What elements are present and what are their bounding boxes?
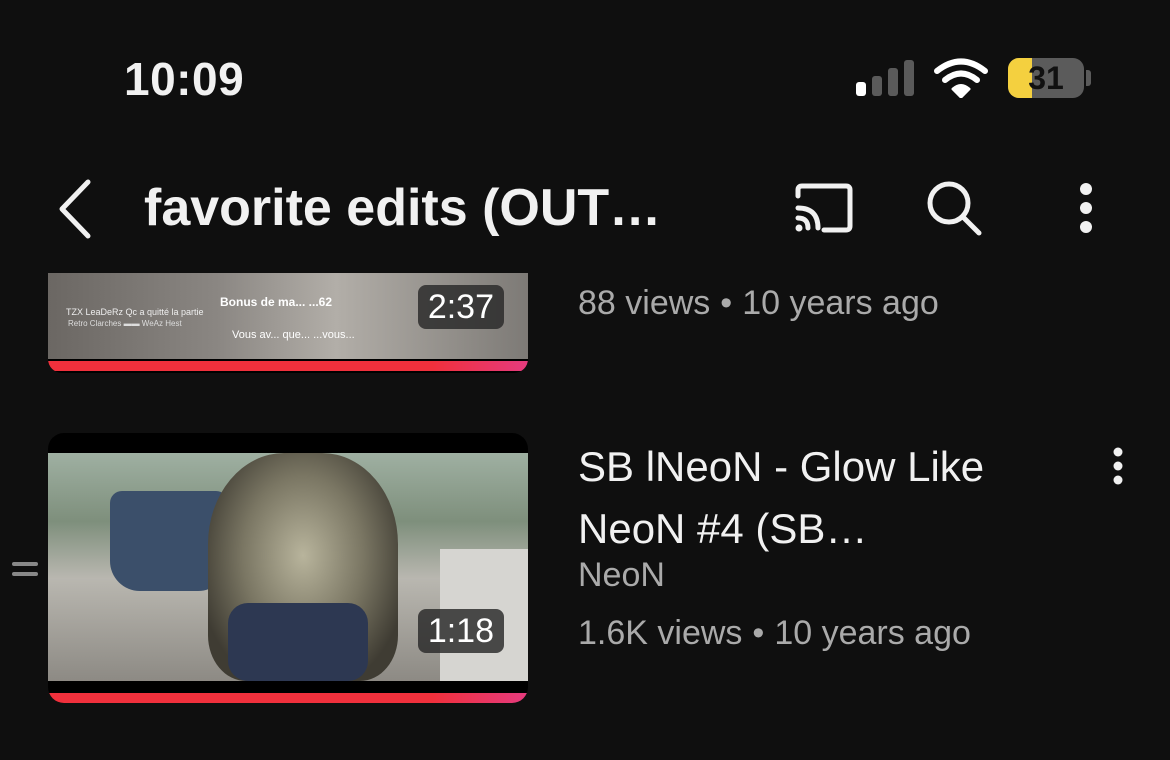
more-options-button[interactable] — [1046, 170, 1126, 246]
separator-dot: • — [720, 284, 733, 322]
page-title: favorite edits (OUT… — [144, 179, 662, 237]
thumbnail-overlay-text: TZX LeaDeRz Qc a quitté la partie — [66, 307, 204, 317]
battery-tip — [1086, 70, 1091, 86]
more-vert-icon — [1113, 447, 1123, 485]
status-time: 10:09 — [124, 53, 245, 105]
search-button[interactable] — [914, 170, 994, 246]
duration-badge: 1:18 — [417, 609, 504, 653]
cellular-signal-icon — [856, 60, 914, 96]
thumbnail-overlay-text: Vous av... que... ...vous... — [232, 329, 355, 341]
video-thumbnail[interactable]: 1:18 — [48, 433, 528, 703]
video-more-button[interactable] — [1100, 444, 1136, 488]
video-thumbnail[interactable]: TZX LeaDeRz Qc a quitté la partie Retro … — [48, 273, 528, 373]
video-metadata: 88 views • 10 years ago — [578, 284, 939, 323]
battery-percentage: 31 — [1028, 60, 1064, 96]
cast-icon — [795, 183, 853, 233]
view-count: 88 views — [578, 284, 711, 322]
back-button[interactable] — [44, 172, 104, 246]
battery-icon: 31 — [1008, 58, 1084, 98]
wifi-icon — [934, 58, 988, 99]
watch-progress-bar — [48, 693, 528, 703]
view-count: 1.6K views — [578, 614, 743, 652]
chevron-left-icon — [59, 179, 91, 239]
video-title[interactable]: SB lNeoN - Glow Like NeoN #4 (SB… — [578, 436, 1068, 560]
thumbnail-overlay-text: Retro Clarches ▬▬ WeAz Hest — [68, 319, 182, 328]
upload-age: 10 years ago — [774, 614, 971, 652]
cast-button[interactable] — [782, 170, 862, 246]
separator-dot: • — [752, 614, 765, 652]
upload-age: 10 years ago — [742, 284, 939, 322]
watch-progress-bar — [48, 361, 528, 371]
drag-handle-icon[interactable] — [12, 562, 38, 578]
more-vert-icon — [1080, 183, 1092, 233]
search-icon — [927, 181, 982, 236]
thumbnail-overlay-text: Bonus de ma... ...62 — [220, 295, 333, 309]
duration-badge: 2:37 — [417, 285, 504, 329]
video-metadata: 1.6K views • 10 years ago — [578, 614, 971, 653]
channel-name[interactable]: NeoN — [578, 556, 665, 595]
